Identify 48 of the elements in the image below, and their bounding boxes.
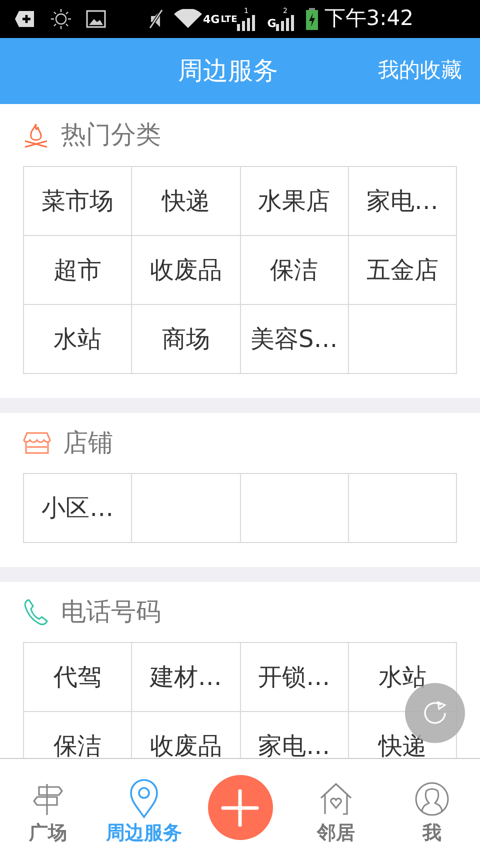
signal-icon — [276, 14, 294, 30]
category-item[interactable]: 保洁 — [54, 733, 102, 758]
house-heart-icon — [319, 782, 353, 816]
add-notification-icon — [14, 10, 36, 28]
category-item[interactable]: 水站 — [378, 664, 426, 690]
battery-icon — [306, 8, 318, 30]
network-label: 4G — [203, 14, 220, 24]
category-item[interactable]: 保洁 — [270, 257, 318, 283]
category-item[interactable]: 商场 — [162, 326, 210, 352]
image-icon — [86, 10, 106, 28]
category-item[interactable]: 水果店 — [258, 188, 330, 214]
muted-icon — [148, 8, 164, 30]
profile-icon — [414, 781, 450, 817]
nav-tab[interactable]: 广场 — [0, 759, 96, 853]
nav-tab[interactable]: 我 — [384, 759, 480, 853]
brightness-icon — [50, 8, 72, 30]
section-title: 热门分类 — [61, 119, 161, 152]
shop-icon — [23, 431, 51, 455]
refresh-icon — [422, 700, 448, 726]
category-item[interactable]: 超市 — [54, 257, 102, 283]
category-item[interactable]: 收废品 — [150, 257, 222, 283]
signal-icon — [237, 14, 256, 30]
category-item[interactable]: 水站 — [54, 326, 102, 352]
category-item[interactable]: 开锁… — [258, 664, 330, 690]
phone-icon — [23, 598, 49, 626]
wifi-icon — [174, 9, 202, 29]
clock: 下午3:42 — [324, 5, 414, 32]
category-item[interactable]: 家电… — [366, 188, 438, 214]
page-title: 周边服务 — [178, 55, 278, 88]
category-item[interactable]: 快递 — [378, 733, 426, 758]
network-label: LTE — [220, 16, 238, 24]
category-item[interactable]: 小区… — [42, 495, 114, 521]
nav-tab[interactable]: 邻居 — [288, 759, 384, 853]
category-item[interactable]: 快递 — [162, 188, 210, 214]
category-item[interactable]: 建材… — [150, 664, 222, 690]
category-item[interactable]: 收废品 — [150, 733, 222, 758]
section-title: 电话号码 — [61, 596, 161, 628]
category-item[interactable]: 菜市场 — [42, 188, 114, 214]
category-item[interactable]: 五金店 — [366, 257, 438, 283]
network-label: G — [267, 18, 276, 29]
category-item[interactable]: 美容S… — [250, 326, 338, 352]
location-pin-icon — [129, 779, 159, 819]
campfire-icon — [23, 122, 49, 148]
section-title: 店铺 — [63, 427, 113, 460]
plus-icon — [220, 788, 260, 828]
category-item[interactable]: 代驾 — [54, 664, 102, 690]
signpost-icon — [32, 782, 64, 816]
category-item[interactable]: 家电… — [258, 733, 330, 758]
